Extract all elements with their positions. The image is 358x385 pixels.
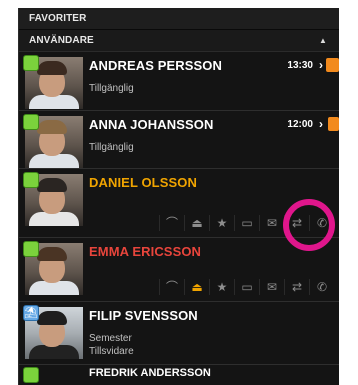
chat-icon[interactable]: ▭ [234, 215, 259, 231]
contact-status-text: Tillgänglig [89, 142, 134, 153]
chevron-right-icon[interactable]: › [319, 58, 323, 72]
eject-icon[interactable]: ⏏ [184, 215, 209, 231]
contact-name: EMMA ERICSSON [89, 244, 202, 259]
contact-name: ANDREAS PERSSON [89, 58, 222, 73]
contact-status-text: Tillgänglig [89, 83, 134, 94]
chevron-right-icon[interactable]: › [319, 117, 323, 131]
contact-panel: FAVORITER ANVÄNDARE ▲ ANDREAS PERSSON Ti… [18, 8, 339, 385]
contact-name: ANNA JOHANSSON [89, 117, 214, 132]
phone-icon[interactable]: ✆ [309, 279, 334, 295]
contact-row-emma[interactable]: EMMA ERICSSON ⌒ ⏏ ★ ▭ ✉ ⇄ ✆ [19, 238, 339, 302]
section-favorites-label: FAVORITER [29, 13, 87, 24]
contact-row-filip[interactable]: ⛱ FILIP SVENSSON Semester Tillsvidare [19, 302, 339, 365]
contact-row-fredrik[interactable]: FREDRIK ANDERSSON [19, 365, 339, 385]
contact-name: FREDRIK ANDERSSON [89, 367, 211, 379]
star-icon[interactable]: ★ [209, 215, 234, 231]
swap-icon[interactable]: ⇄ [284, 279, 309, 295]
note-icon [328, 117, 339, 131]
transfer-icon[interactable]: ⌒ [159, 215, 184, 231]
available-status-icon [23, 241, 39, 257]
meeting-icon [326, 58, 339, 72]
highlight-circle [283, 199, 335, 251]
available-status-icon [23, 55, 39, 71]
contact-name: DANIEL OLSSON [89, 175, 197, 190]
chat-icon[interactable]: ▭ [234, 279, 259, 295]
mail-icon[interactable]: ✉ [259, 279, 284, 295]
section-favorites[interactable]: FAVORITER [19, 8, 339, 30]
available-status-icon [23, 367, 39, 383]
available-status-icon [23, 172, 39, 188]
eject-icon[interactable]: ⏏ [184, 279, 209, 295]
mail-icon[interactable]: ✉ [259, 215, 284, 231]
collapse-caret-icon[interactable]: ▲ [319, 30, 327, 51]
transfer-icon[interactable]: ⌒ [159, 279, 184, 295]
contact-status-text: Semester [89, 333, 132, 344]
star-icon[interactable]: ★ [209, 279, 234, 295]
contact-actions: ⌒ ⏏ ★ ▭ ✉ ⇄ ✆ [159, 279, 334, 295]
section-users-label: ANVÄNDARE [29, 35, 94, 46]
contact-time: 13:30 [287, 60, 313, 71]
vacation-status-icon: ⛱ [23, 305, 39, 321]
contact-row-andreas[interactable]: ANDREAS PERSSON Tillgänglig 13:30 › [19, 52, 339, 111]
contact-name: FILIP SVENSSON [89, 308, 198, 323]
available-status-icon [23, 114, 39, 130]
contact-time: 12:00 [287, 119, 313, 130]
section-users[interactable]: ANVÄNDARE ▲ [19, 30, 339, 52]
contact-status-detail: Tillsvidare [89, 346, 134, 357]
contact-row-anna[interactable]: ANNA JOHANSSON Tillgänglig 12:00 › [19, 111, 339, 169]
